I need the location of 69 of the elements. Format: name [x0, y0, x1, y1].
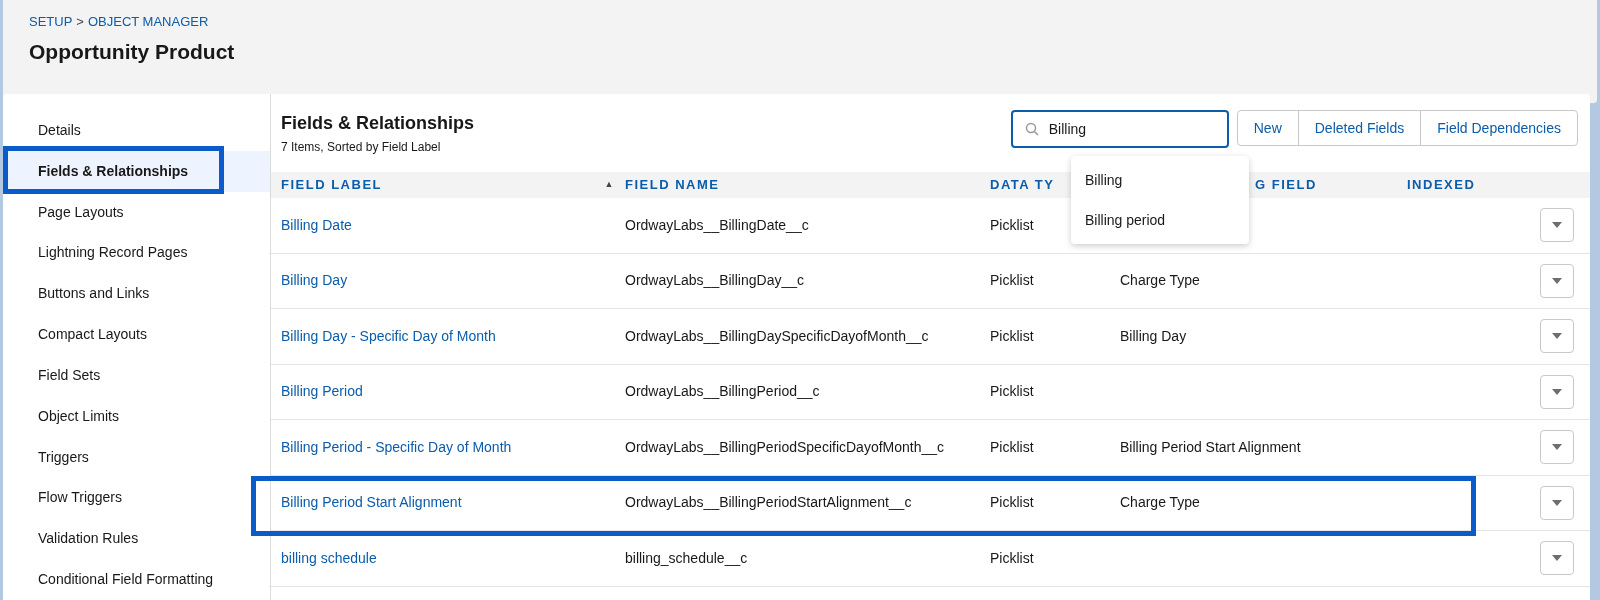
data-type-cell: Picklist [990, 494, 1034, 511]
column-header[interactable]: G FIELD [1255, 177, 1317, 193]
data-type-cell: Picklist [990, 438, 1034, 455]
field-label-link[interactable]: Billing Period - Specific Day of Month [281, 438, 512, 455]
data-type-cell: Picklist [990, 383, 1034, 400]
field-label-link[interactable]: billing schedule [281, 549, 377, 566]
row-action-button[interactable] [1540, 430, 1574, 465]
caret-icon [1551, 332, 1563, 341]
object-title: Opportunity Product [29, 38, 236, 65]
row-action-button[interactable] [1540, 263, 1574, 298]
row-action-button[interactable] [1540, 208, 1574, 243]
sidebar-item[interactable]: Flow Triggers [3, 477, 270, 519]
sidebar-item[interactable]: Compact Layouts [3, 314, 270, 355]
row-action-button[interactable] [1540, 319, 1574, 354]
sidebar-item[interactable]: Buttons and Links [3, 273, 270, 315]
sidebar-item[interactable]: Page Layouts [3, 191, 270, 233]
column-header[interactable]: INDEXED [1407, 177, 1476, 193]
field-label-link[interactable]: Billing Date [281, 216, 352, 233]
search-field[interactable]: Billing [1010, 110, 1229, 148]
caret-icon [1551, 498, 1563, 507]
caret-icon [1551, 554, 1563, 563]
field-label-link[interactable]: Billing Day - Specific Day of Month [281, 327, 496, 344]
column-header[interactable]: DATA TY [990, 177, 1055, 193]
sidebar-item[interactable]: Field Sets [3, 354, 270, 396]
field-label-link[interactable]: Billing Period Start Alignment [281, 494, 462, 511]
data-type-cell: Picklist [990, 272, 1034, 289]
column-header[interactable]: FIELD LABEL [281, 175, 382, 195]
row-action-button[interactable] [1540, 374, 1574, 409]
toolbar-button[interactable]: Deleted Fields [1297, 111, 1421, 145]
controlling-field-cell: Charge Type [1120, 494, 1200, 511]
data-type-cell: Picklist [990, 216, 1034, 233]
field-name-cell: OrdwayLabs__BillingDay__c [625, 272, 804, 289]
sidebar-item[interactable]: Lightning Record Pages [3, 232, 270, 274]
field-name-cell: OrdwayLabs__BillingDaySpecificDayofMonth__c [625, 327, 929, 344]
sidebar-item[interactable]: Conditional Field Formatting [3, 559, 270, 600]
search-icon [1024, 122, 1039, 136]
field-name-cell: OrdwayLabs__BillingPeriod__c [625, 383, 820, 400]
sort-icon[interactable]: ▲ [604, 178, 615, 192]
field-name-cell: OrdwayLabs__BillingPeriodSpecificDayofMonth__c [625, 438, 945, 455]
toolbar-button[interactable]: New [1237, 111, 1298, 145]
data-type-cell: Picklist [990, 549, 1034, 566]
row-action-button[interactable] [1540, 485, 1574, 520]
suggestion-item[interactable]: Billing period [1071, 200, 1249, 240]
sidebar-item[interactable]: Triggers [3, 436, 270, 478]
caret-icon [1551, 276, 1563, 285]
row-action-button[interactable] [1540, 541, 1574, 576]
sidebar-item[interactable]: Validation Rules [3, 518, 270, 560]
column-header[interactable]: FIELD NAME [625, 177, 720, 193]
caret-icon [1551, 221, 1563, 230]
suggestion-item[interactable]: Billing [1071, 160, 1249, 200]
field-name-cell: OrdwayLabs__BillingPeriodStartAlignment__c [625, 494, 912, 511]
caret-icon [1551, 387, 1563, 396]
section-subtitle: 7 Items, Sorted by Field Label [281, 139, 442, 156]
field-name-cell: OrdwayLabs__BillingDate__c [625, 216, 809, 233]
sidebar-item[interactable]: Details [3, 110, 270, 151]
field-label-link[interactable]: Billing Period [281, 383, 363, 400]
toolbar-button[interactable]: Field Dependencies [1420, 111, 1577, 145]
section-title: Fields & Relationships [281, 112, 475, 135]
breadcrumb-link[interactable]: SETUP [29, 12, 73, 32]
data-type-cell: Picklist [990, 327, 1034, 344]
breadcrumb-separator: > [76, 13, 84, 31]
sidebar-item[interactable]: Object Limits [3, 395, 270, 437]
controlling-field-cell: Billing Day [1120, 327, 1187, 344]
controlling-field-cell: Charge Type [1120, 272, 1200, 289]
controlling-field-cell: Billing Period Start Alignment [1120, 438, 1301, 455]
field-label-link[interactable]: Billing Day [281, 272, 348, 289]
field-name-cell: billing_schedule__c [625, 549, 748, 566]
breadcrumb-link[interactable]: OBJECT MANAGER [87, 12, 209, 32]
caret-icon [1551, 443, 1563, 452]
